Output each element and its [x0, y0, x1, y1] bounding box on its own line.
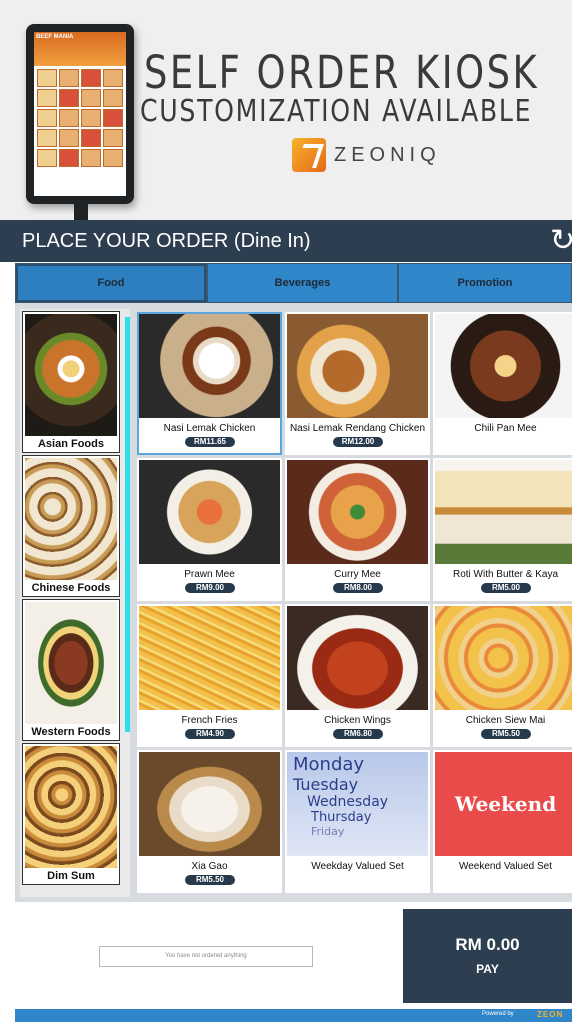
item-name: Chicken Siew Mai — [465, 715, 546, 726]
category-tabs: Food Beverages Promotion — [15, 263, 572, 303]
pay-label: PAY — [476, 962, 499, 976]
item-image — [435, 606, 572, 710]
item-image — [287, 606, 428, 710]
banner-title: SELF ORDER KIOSK — [144, 46, 540, 99]
item-name: French Fries — [181, 715, 238, 726]
menu-item-chicken-wings[interactable]: Chicken Wings RM6.80 — [285, 604, 430, 747]
menu-item-weekday-valued-set[interactable]: Monday Tuesday Wednesday Thursday Friday… — [285, 750, 430, 893]
item-price-badge: RM11.65 — [185, 437, 235, 447]
weekday-thursday: Thursday — [311, 810, 372, 825]
order-total: RM 0.00 — [455, 935, 520, 954]
sidebar-item-western-foods[interactable]: Western Foods — [22, 599, 120, 741]
item-image — [139, 752, 280, 856]
menu-item-nasi-lemak-rendang-chicken[interactable]: Nasi Lemak Rendang Chicken RM12.00 — [285, 312, 430, 455]
zeoniq-logo-icon — [292, 138, 326, 172]
pay-button[interactable]: RM 0.00 PAY — [403, 909, 572, 1003]
item-name: Prawn Mee — [184, 569, 235, 580]
weekday-friday: Friday — [311, 825, 345, 838]
menu-item-nasi-lemak-chicken[interactable]: Nasi Lemak Chicken RM11.65 — [137, 312, 282, 455]
item-price-badge: RM6.80 — [333, 729, 383, 739]
order-header: PLACE YOUR ORDER (Dine In) ↻ — [0, 220, 572, 262]
sidebar-scrollbar[interactable] — [125, 317, 130, 732]
refresh-icon[interactable]: ↻ — [550, 224, 572, 258]
footer: Powered by ZEON — [15, 1009, 572, 1022]
tab-beverages[interactable]: Beverages — [207, 263, 398, 303]
item-image — [435, 460, 572, 564]
item-image — [287, 314, 428, 418]
banner-subtitle: CUSTOMIZATION AVAILABLE — [140, 94, 533, 129]
item-name: Nasi Lemak Chicken — [163, 423, 256, 434]
western-foods-image — [25, 602, 117, 724]
weekday-monday: Monday — [293, 754, 365, 775]
menu-item-prawn-mee[interactable]: Prawn Mee RM9.00 — [137, 458, 282, 601]
kiosk-app: BEEF MANIA SELF ORDER KIOSK CUSTOMIZATIO… — [0, 0, 572, 1022]
item-name: Nasi Lemak Rendang Chicken — [289, 423, 426, 434]
item-name: Chicken Wings — [324, 715, 391, 726]
menu-item-xia-gao[interactable]: Xia Gao RM5.50 — [137, 750, 282, 893]
item-price-badge: RM9.00 — [185, 583, 235, 593]
item-price-badge: RM5.00 — [481, 583, 531, 593]
item-image — [435, 314, 572, 418]
item-name: Xia Gao — [191, 861, 228, 872]
menu-item-chicken-siew-mai[interactable]: Chicken Siew Mai RM5.50 — [433, 604, 572, 747]
menu-item-roti-with-butter-kaya[interactable]: Roti With Butter & Kaya RM5.00 — [433, 458, 572, 601]
menu-item-curry-mee[interactable]: Curry Mee RM8.00 — [285, 458, 430, 601]
weekday-image: Monday Tuesday Wednesday Thursday Friday — [287, 752, 428, 856]
footer-brand: ZEON — [537, 1010, 564, 1019]
item-price-badge: RM8.00 — [333, 583, 383, 593]
sidebar-item-label: Western Foods — [23, 724, 119, 740]
tab-food[interactable]: Food — [15, 263, 207, 303]
item-image — [139, 460, 280, 564]
sidebar-item-asian-foods[interactable]: Asian Foods — [22, 311, 120, 453]
chinese-foods-image — [25, 458, 117, 580]
menu-item-chili-pan-mee[interactable]: Chili Pan Mee — [433, 312, 572, 455]
category-sidebar: Asian Foods Chinese Foods Western Foods … — [20, 309, 130, 897]
weekday-tuesday: Tuesday — [293, 775, 359, 794]
item-price-badge: RM12.00 — [333, 437, 383, 447]
weekday-wednesday: Wednesday — [307, 794, 389, 810]
sidebar-item-label: Dim Sum — [23, 868, 119, 884]
item-price-badge: RM4.90 — [185, 729, 235, 739]
item-name: Roti With Butter & Kaya — [452, 569, 559, 580]
page-title: PLACE YOUR ORDER (Dine In) — [22, 230, 311, 252]
promo-banner: BEEF MANIA SELF ORDER KIOSK CUSTOMIZATIO… — [0, 0, 572, 220]
weekend-image: Weekend — [435, 752, 572, 856]
item-image — [139, 606, 280, 710]
brand-name: ZEONIQ — [334, 143, 441, 166]
brand: ZEONIQ — [292, 138, 441, 172]
powered-by: Powered by — [482, 1011, 514, 1017]
menu-item-french-fries[interactable]: French Fries RM4.90 — [137, 604, 282, 747]
dim-sum-image — [25, 746, 117, 868]
item-name: Weekday Valued Set — [311, 861, 404, 872]
item-price-badge: RM5.50 — [481, 729, 531, 739]
menu-grid: Nasi Lemak Chicken RM11.65 Nasi Lemak Re… — [137, 310, 572, 895]
sidebar-item-label: Asian Foods — [23, 436, 119, 452]
item-image — [287, 460, 428, 564]
order-summary: You have not ordered anything — [99, 946, 313, 967]
item-image — [139, 314, 280, 418]
asian-foods-image — [25, 314, 117, 436]
item-name: Chili Pan Mee — [474, 423, 537, 434]
menu-content: Asian Foods Chinese Foods Western Foods … — [15, 303, 572, 902]
kiosk-screen-text: BEEF MANIA — [34, 32, 126, 66]
kiosk-illustration: BEEF MANIA — [26, 24, 134, 220]
item-name: Weekend Valued Set — [458, 861, 553, 872]
item-name: Curry Mee — [334, 569, 381, 580]
menu-item-weekend-valued-set[interactable]: Weekend Weekend Valued Set — [433, 750, 572, 893]
tab-promotion[interactable]: Promotion — [398, 263, 572, 303]
weekend-image-text: Weekend — [454, 792, 557, 816]
item-price-badge: RM5.50 — [185, 875, 235, 885]
sidebar-item-dim-sum[interactable]: Dim Sum — [22, 743, 120, 885]
sidebar-item-chinese-foods[interactable]: Chinese Foods — [22, 455, 120, 597]
sidebar-item-label: Chinese Foods — [23, 580, 119, 596]
